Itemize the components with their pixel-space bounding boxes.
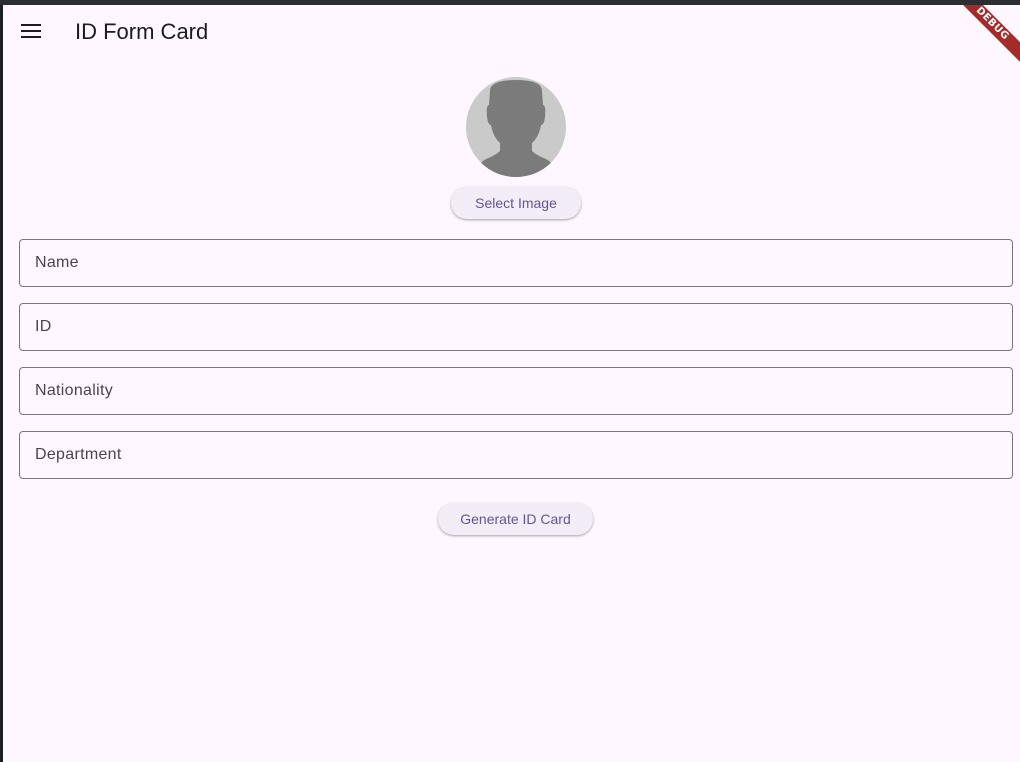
avatar (466, 77, 566, 177)
page-title: ID Form Card (75, 19, 209, 44)
name-field-label: Name (35, 254, 79, 271)
debug-banner: DEBUG (951, 5, 1020, 65)
nationality-field[interactable]: Nationality (19, 367, 1013, 415)
id-field-label: ID (35, 318, 52, 335)
name-field[interactable]: Name (19, 239, 1013, 287)
generate-id-card-button[interactable]: Generate ID Card (438, 503, 593, 535)
person-silhouette-icon (474, 80, 558, 177)
hamburger-menu-icon (21, 24, 41, 38)
department-field-label: Department (35, 446, 122, 463)
select-image-button[interactable]: Select Image (451, 187, 581, 219)
department-field[interactable]: Department (19, 431, 1013, 479)
id-field[interactable]: ID (19, 303, 1013, 351)
app-window: ID Form Card DEBUG Select Image Name ID … (3, 5, 1020, 762)
app-bar: ID Form Card DEBUG (3, 5, 1020, 65)
nationality-field-label: Nationality (35, 382, 114, 399)
menu-button[interactable] (13, 13, 49, 49)
